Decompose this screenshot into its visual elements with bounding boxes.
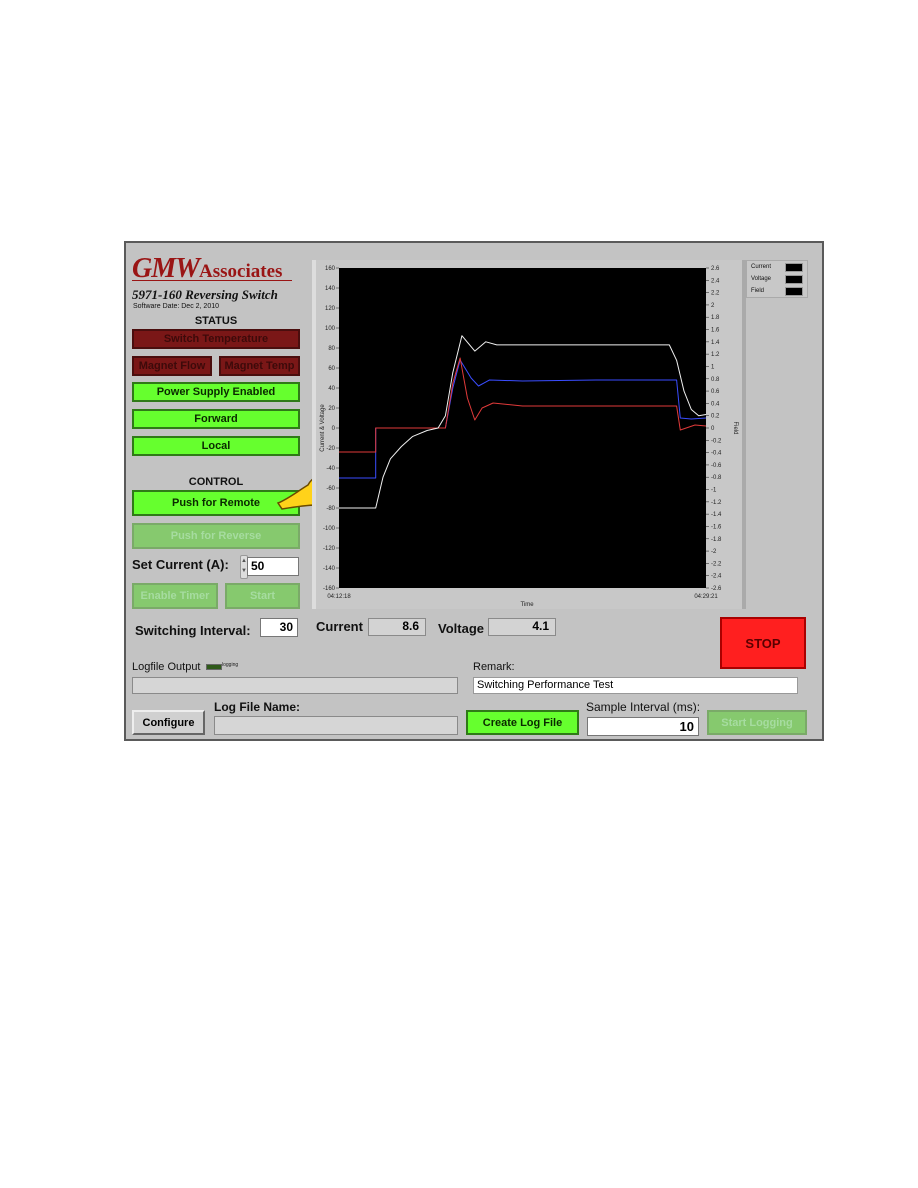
y2-axis-label: Field	[732, 421, 738, 434]
y-tick-label: 20	[328, 406, 335, 412]
switching-interval-input[interactable]: 30	[260, 618, 298, 637]
log-file-name-label: Log File Name:	[214, 700, 301, 714]
y-tick-label: 40	[328, 386, 335, 392]
y2-tick-label: 0.2	[711, 414, 720, 420]
magnet-flow-indicator: Magnet Flow	[132, 356, 212, 376]
y2-tick-label: 0.6	[711, 389, 720, 395]
y2-tick-label: 0.4	[711, 401, 720, 407]
y2-tick-label: -2.2	[711, 561, 722, 567]
y2-tick-label: -0.4	[711, 451, 722, 457]
push-for-reverse-button[interactable]: Push for Reverse	[132, 523, 300, 549]
x-axis-label: Time	[520, 602, 534, 608]
y-tick-label: 60	[328, 366, 335, 372]
y-tick-label: 160	[325, 266, 336, 272]
y2-tick-label: -0.6	[711, 463, 722, 469]
y2-tick-label: -1.6	[711, 524, 722, 530]
y-tick-label: 0	[332, 426, 336, 432]
waveform-chart: 160140120100806040200-20-40-60-80-100-12…	[320, 266, 738, 608]
y2-tick-label: -1	[711, 488, 717, 494]
switching-interval-label: Switching Interval:	[135, 623, 251, 638]
waveform-graph: 160 140 120 100 80 60 40 20 0 -20 -40 -60 -80 -100 -12…	[312, 260, 746, 609]
y-tick-label: -60	[326, 486, 335, 492]
set-current-input[interactable]: 50	[247, 557, 299, 576]
switch-temperature-indicator: Switch Temperature	[132, 329, 300, 349]
y2-tick-label: 1.8	[711, 315, 720, 321]
y-tick-label: -20	[326, 446, 335, 452]
y2-tick-label: 0	[711, 426, 715, 432]
y2-tick-label: 2.4	[711, 278, 720, 284]
voltage-label: Voltage	[438, 621, 484, 636]
power-supply-enabled-indicator: Power Supply Enabled	[132, 382, 300, 402]
current-label: Current	[316, 619, 363, 634]
y-tick-label: -80	[326, 506, 335, 512]
y-tick-label: 120	[325, 306, 336, 312]
legend-current-swatch[interactable]	[785, 263, 803, 272]
chart-legend: Current Voltage Field	[746, 260, 808, 298]
y-tick-label: 80	[328, 346, 335, 352]
y-tick-label: 100	[325, 326, 336, 332]
y-tick-label: -140	[323, 566, 336, 572]
remark-label: Remark:	[473, 661, 515, 673]
log-file-name-field[interactable]	[214, 716, 458, 735]
local-indicator: Local	[132, 436, 300, 456]
logging-led	[206, 664, 222, 670]
brand-suffix: Associates	[199, 261, 283, 282]
y-tick-label: -120	[323, 546, 336, 552]
y2-tick-label: -2.4	[711, 574, 722, 580]
sample-interval-label: Sample Interval (ms):	[586, 700, 701, 714]
y-tick-label: -100	[323, 526, 336, 532]
current-readout: 8.6	[368, 618, 426, 636]
logfile-output-field[interactable]	[132, 677, 458, 694]
forward-indicator: Forward	[132, 409, 300, 429]
right-axis-ticks: 2.6 2.4 2.2 2 1.8 1.6 1.4 1.2 1 0.8 0.6 0.4 0.2 0 -0.2…	[706, 266, 722, 592]
sample-interval-input[interactable]: 10	[587, 717, 699, 736]
legend-field-swatch[interactable]	[785, 287, 803, 296]
logging-led-label: logging	[222, 662, 239, 668]
y2-tick-label: -1.2	[711, 500, 722, 506]
y2-tick-label: 2	[711, 303, 715, 309]
y2-tick-label: 1.4	[711, 340, 720, 346]
stop-button[interactable]: STOP	[720, 617, 806, 669]
y-tick-label: 140	[325, 286, 336, 292]
reversing-switch-panel: GMWAssociates 5971-160 Reversing Switch …	[124, 241, 824, 741]
x-end-label: 04:29:21	[694, 594, 718, 600]
magnet-temp-indicator: Magnet Temp	[219, 356, 300, 376]
y2-tick-label: -2	[711, 549, 717, 555]
start-button[interactable]: Start	[225, 583, 300, 609]
create-log-file-button[interactable]: Create Log File	[466, 710, 579, 735]
y-axis-label: Current & Voltage	[320, 404, 326, 452]
x-start-label: 04:12:18	[327, 594, 351, 600]
set-current-label: Set Current (A):	[132, 557, 229, 572]
voltage-readout: 4.1	[488, 618, 556, 636]
start-logging-button[interactable]: Start Logging	[707, 710, 807, 735]
remark-input[interactable]: Switching Performance Test	[473, 677, 798, 694]
y2-tick-label: 0.8	[711, 377, 720, 383]
legend-voltage-label: Voltage	[751, 276, 772, 282]
y2-tick-label: -1.4	[711, 512, 722, 518]
y2-tick-label: 2.2	[711, 291, 720, 297]
legend-current-label: Current	[751, 264, 772, 270]
product-title: 5971-160 Reversing Switch	[132, 287, 278, 302]
configure-button[interactable]: Configure	[132, 710, 205, 735]
y-tick-label: -160	[323, 586, 336, 592]
legend-voltage-swatch[interactable]	[785, 275, 803, 284]
y-tick-label: -40	[326, 466, 335, 472]
enable-timer-button[interactable]: Enable Timer	[132, 583, 218, 609]
y2-tick-label: 2.6	[711, 266, 720, 272]
y2-tick-label: 1	[711, 364, 715, 370]
legend-field-label: Field	[751, 288, 765, 294]
status-title: STATUS	[194, 315, 238, 327]
software-date: Software Date: Dec 2, 2010	[133, 303, 219, 310]
y2-tick-label: -2.6	[711, 586, 722, 592]
logo-underline	[132, 280, 292, 281]
y2-tick-label: -1.8	[711, 537, 722, 543]
y2-tick-label: 1.6	[711, 328, 720, 334]
y2-tick-label: 1.2	[711, 352, 720, 358]
y2-tick-label: -0.8	[711, 475, 722, 481]
y2-tick-label: -0.2	[711, 438, 722, 444]
logfile-output-label: Logfile Output	[132, 661, 201, 673]
